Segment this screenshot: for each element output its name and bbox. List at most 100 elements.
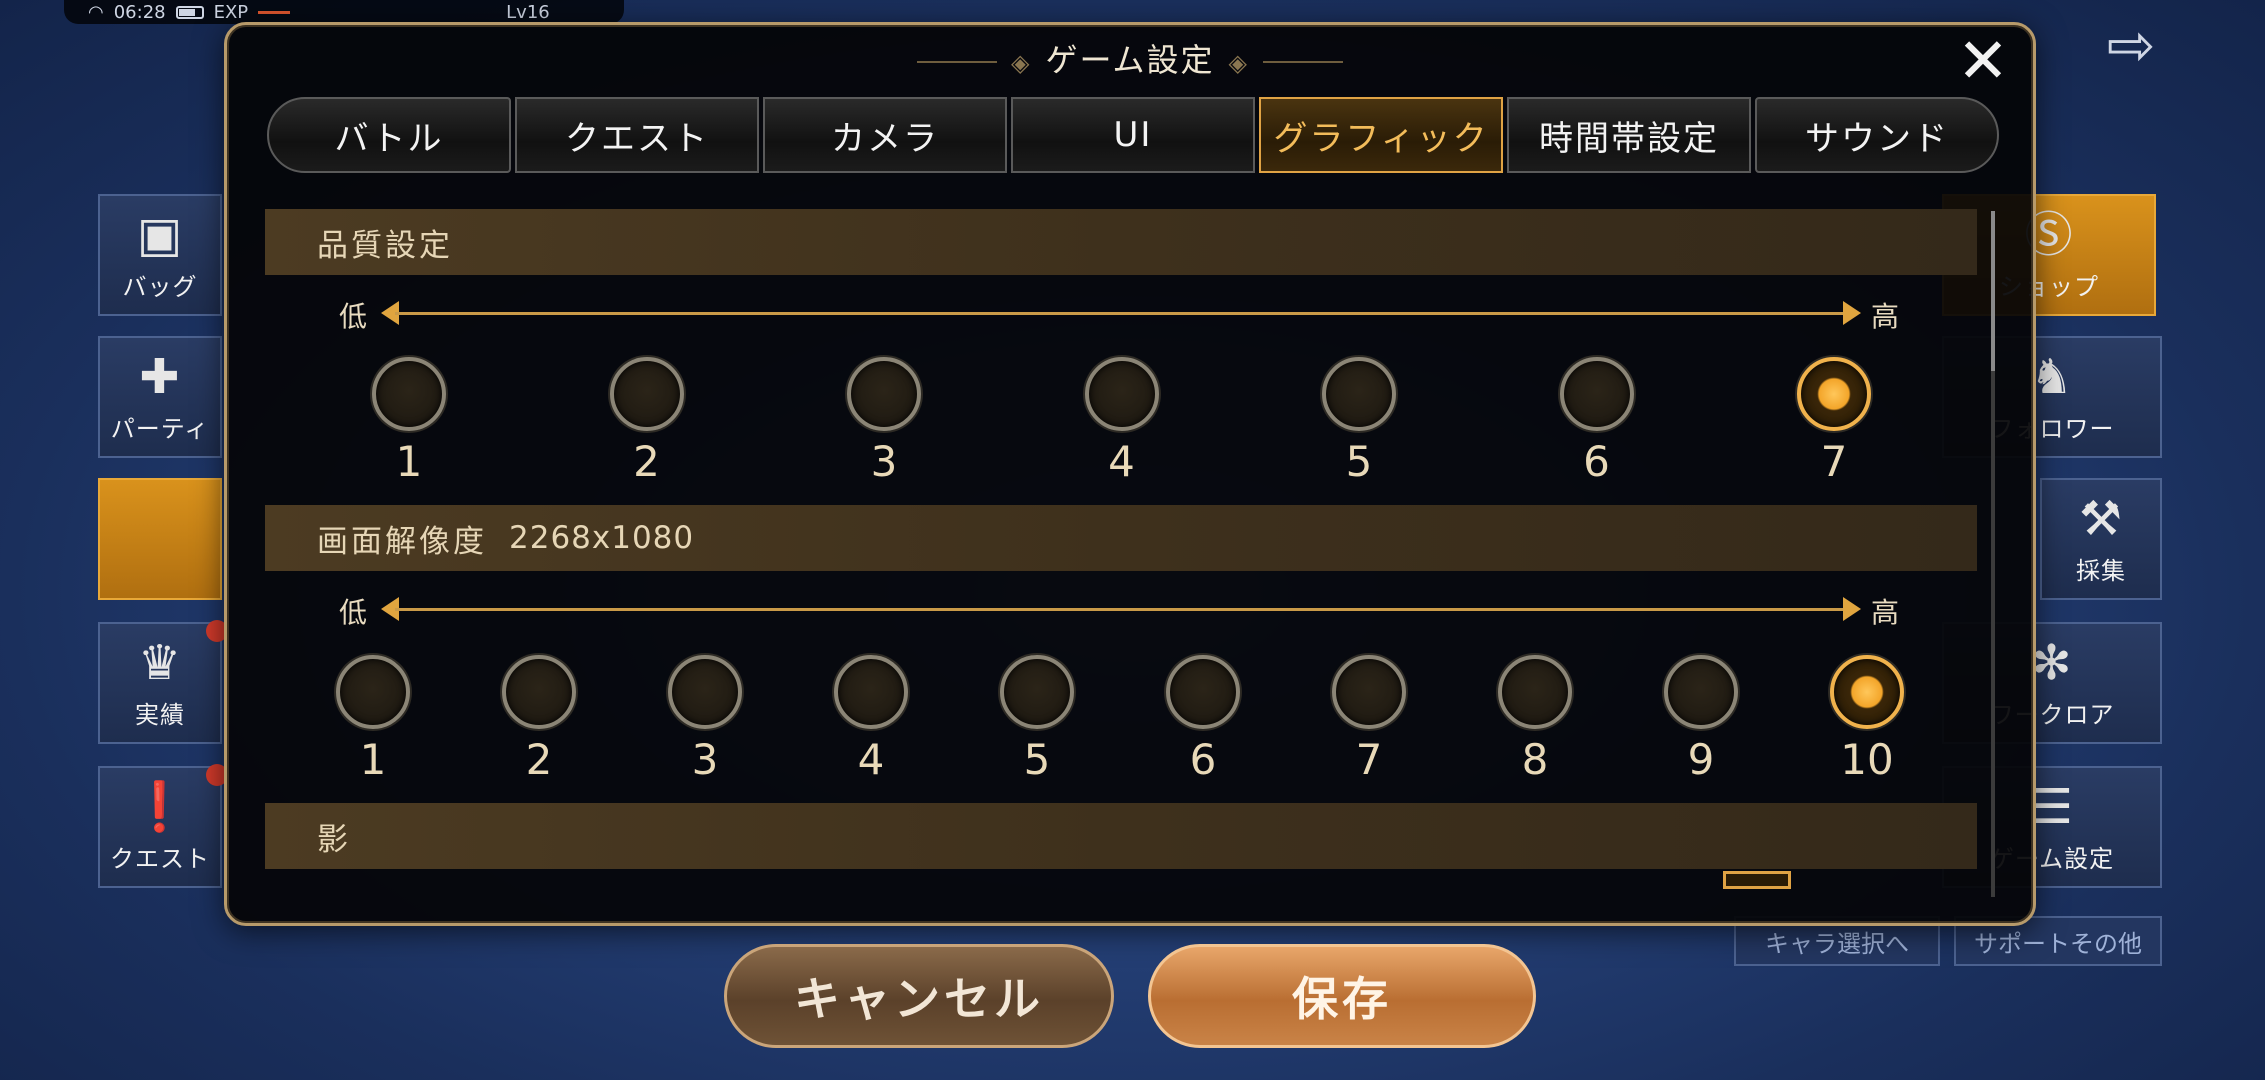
resolution-option-8[interactable]: 8 [1485, 655, 1585, 785]
radio-knob [1000, 655, 1074, 729]
menu-achievements[interactable]: ♛ 実績 [98, 620, 228, 744]
resolution-option-2[interactable]: 2 [489, 655, 589, 785]
close-icon[interactable]: ✕ [1951, 29, 2015, 93]
exit-icon[interactable]: ⇨ [2098, 12, 2164, 78]
level-text: Lv16 [506, 1, 550, 23]
resolution-section-header: 画面解像度 2268x1080 [265, 505, 1977, 571]
option-label: 10 [1840, 735, 1894, 784]
quality-scale: 低 高 [265, 291, 1977, 335]
radio-knob [336, 655, 410, 729]
radio-knob [1084, 357, 1159, 431]
resolution-title: 画面解像度 [317, 523, 487, 560]
option-label: 1 [359, 735, 387, 784]
radio-knob [609, 357, 684, 431]
radio-knob [1322, 357, 1396, 431]
quality-option-3[interactable]: 3 [834, 357, 934, 487]
menu-gather[interactable]: ⚒ 採集 [2040, 478, 2162, 600]
option-label: 4 [857, 735, 885, 784]
exp-label: EXP [213, 1, 249, 23]
menu-party[interactable]: ✚ パーティ [98, 336, 222, 458]
resolution-option-10[interactable]: 10 [1817, 655, 1917, 785]
resolution-option-9[interactable]: 9 [1651, 655, 1751, 785]
radio-knob [502, 655, 576, 729]
clock-text: 06:28 [113, 1, 166, 23]
quality-option-4[interactable]: 4 [1072, 357, 1172, 487]
tab-bar: バトル クエスト カメラ UI グラフィック 時間帯設定 サウンド [267, 97, 1999, 173]
scrollbar[interactable] [1991, 211, 1995, 897]
wifi-icon: ◠ [88, 1, 104, 23]
title-divider [1262, 61, 1343, 63]
option-label: 7 [1820, 437, 1848, 486]
party-icon: ✚ [139, 349, 181, 405]
menu-label: バッグ [122, 273, 198, 301]
follower-icon: ♞ [2029, 349, 2075, 405]
resolution-option-1[interactable]: 1 [323, 655, 423, 785]
quest-icon: ❗ [129, 779, 191, 835]
exp-bar [258, 10, 291, 14]
option-label: 3 [691, 735, 719, 784]
resolution-option-7[interactable]: 7 [1319, 655, 1419, 785]
tab-camera[interactable]: カメラ [763, 97, 1007, 173]
option-label: 1 [395, 437, 423, 486]
shadow-section-header: 影 [265, 803, 1977, 869]
status-bar: ◠ 06:28 EXP Lv16 [64, 0, 624, 24]
title-divider [917, 61, 997, 63]
arrow-right-icon [1843, 597, 1861, 621]
settings-content: 品質設定 低 高 1 2 3 4 5 6 7 画面解像度 2268x1080 低 高 1 2 3… [265, 185, 1977, 897]
tab-ui[interactable]: UI [1011, 97, 1255, 173]
quality-title: 品質設定 [317, 227, 453, 264]
tab-graphics[interactable]: グラフィック [1259, 97, 1503, 173]
resolution-value: 2268x1080 [509, 520, 695, 556]
radio-knob [1166, 655, 1240, 729]
radio-knob [1559, 357, 1634, 431]
quality-option-6[interactable]: 6 [1547, 357, 1647, 487]
menu-bag[interactable]: ▣ バッグ [98, 194, 222, 316]
option-label: 4 [1108, 437, 1135, 486]
option-label: 5 [1023, 735, 1051, 784]
tab-time-of-day[interactable]: 時間帯設定 [1507, 97, 1751, 173]
modal-title-bar: ◈ ゲーム設定 ◈ [227, 35, 2033, 81]
gather-icon: ⚒ [2078, 491, 2124, 547]
menu-label: パーティ [110, 415, 210, 443]
diamond-icon: ◈ [1228, 49, 1249, 77]
scrollbar-thumb[interactable] [1991, 211, 1995, 371]
partially-hidden-toggle[interactable] [1723, 871, 1791, 889]
crown-icon: ♛ [137, 635, 183, 691]
tab-quest[interactable]: クエスト [515, 97, 759, 173]
resolution-option-5[interactable]: 5 [987, 655, 1087, 785]
menu-label: 採集 [2076, 557, 2126, 585]
save-button[interactable]: 保存 [1148, 944, 1536, 1048]
tab-sound[interactable]: サウンド [1755, 97, 1999, 173]
tab-battle[interactable]: バトル [267, 97, 511, 173]
resolution-option-3[interactable]: 3 [655, 655, 755, 785]
radio-knob [372, 357, 446, 431]
scale-high-label: 高 [1871, 300, 1900, 333]
quality-option-7[interactable]: 7 [1784, 357, 1884, 487]
option-label: 9 [1687, 735, 1715, 784]
scale-line [395, 312, 1843, 315]
quality-option-1[interactable]: 1 [359, 357, 459, 487]
radio-knob [1830, 655, 1904, 729]
quality-option-5[interactable]: 5 [1309, 357, 1409, 487]
resolution-option-6[interactable]: 6 [1153, 655, 1253, 785]
scale-low-label: 低 [339, 300, 368, 333]
radio-knob [1664, 655, 1738, 729]
settings-icon: ☰ [2029, 779, 2075, 835]
option-label: 5 [1345, 437, 1373, 486]
menu-quest[interactable]: ❗ クエスト [98, 764, 228, 888]
quality-option-2[interactable]: 2 [597, 357, 697, 487]
modal-title: ゲーム設定 [1045, 41, 1215, 79]
resolution-option-4[interactable]: 4 [821, 655, 921, 785]
shadow-title: 影 [317, 821, 351, 858]
radio-knob [668, 655, 742, 729]
battery-icon [175, 5, 204, 19]
menu-highlighted[interactable] [98, 478, 222, 600]
cancel-button[interactable]: キャンセル [724, 944, 1114, 1048]
option-label: 2 [633, 437, 660, 486]
quality-section-header: 品質設定 [265, 209, 1977, 275]
scale-line [395, 608, 1843, 611]
radio-knob [1332, 655, 1406, 729]
option-label: 3 [870, 437, 898, 486]
menu-label: 実績 [135, 701, 185, 729]
radio-knob [834, 655, 908, 729]
